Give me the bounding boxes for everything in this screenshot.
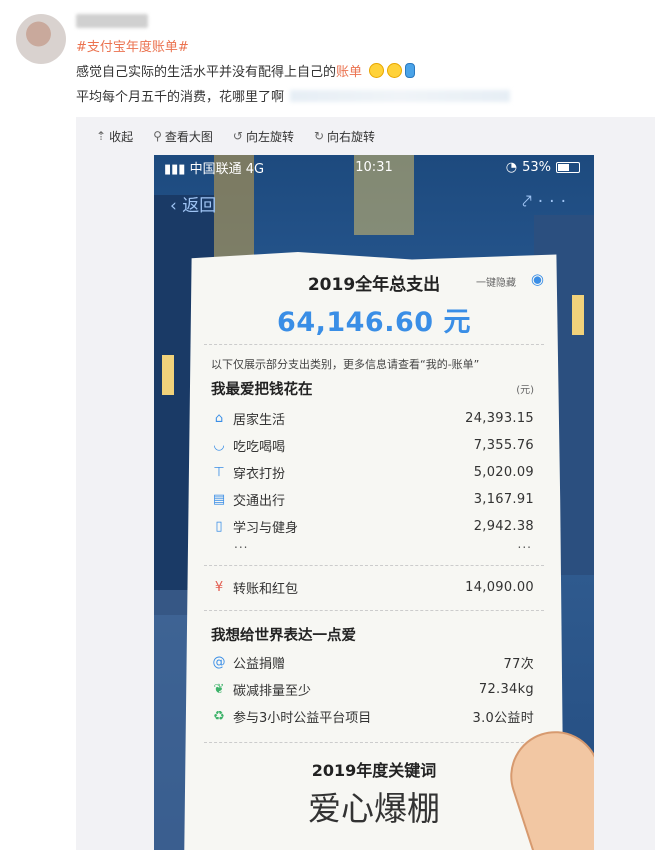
carrier-label: ▮▮▮ 中国联通 4G <box>164 158 264 177</box>
category-value: 24,393.15 <box>465 410 534 426</box>
eye-icon[interactable]: ◉ <box>531 270 544 288</box>
signal-icon: ▮▮▮ <box>164 161 190 177</box>
transfer-value: 14,090.00 <box>465 579 534 595</box>
avatar[interactable] <box>16 14 66 64</box>
search-icon: ⚲ <box>153 129 162 143</box>
category-label: 穿衣打扮 <box>233 466 286 482</box>
view-large-label: 查看大图 <box>164 129 213 144</box>
carbon-row: ❦ 碳减排量至少 72.34kg <box>211 679 534 699</box>
ellipsis: ... <box>517 537 532 551</box>
section-title-love: 我想给世界表达一点爱 <box>211 628 356 644</box>
highlight-text: 账单 <box>336 65 363 80</box>
more-icon[interactable]: ··· <box>538 192 572 212</box>
keyword-text: 爱心爆棚 <box>308 789 440 828</box>
post-hashtag-line: #支付宝年度账单# <box>76 38 189 58</box>
bowl-icon: ◡ <box>213 437 225 453</box>
recycle-icon: ♻ <box>213 708 225 724</box>
media-toolbar: ⇡ 收起 ⚲ 查看大图 ↺ 向左旋转 ↻ 向右旋转 <box>76 117 655 155</box>
divider <box>204 565 544 566</box>
blurred-text <box>290 90 511 102</box>
unit-label: (元) <box>516 385 534 396</box>
transfer-label: 转账和红包 <box>233 581 299 597</box>
shirt-icon: ⊤ <box>213 464 225 480</box>
battery-icon <box>556 161 580 173</box>
annual-bill-card: 2019全年总支出 一键隐藏 ◉ 64,146.60 元 以下仅展示部分支出类别… <box>184 252 564 850</box>
category-row: ▯ 学习与健身 2,942.38 <box>211 516 534 536</box>
rotate-left-label: 向左旋转 <box>245 129 294 144</box>
category-value: 3,167.91 <box>473 491 534 507</box>
category-label: 学习与健身 <box>233 520 299 536</box>
category-value: 5,020.09 <box>473 464 534 480</box>
category-row: ◡ 吃吃喝喝 7,355.76 <box>211 435 534 455</box>
love-value: 72.34kg <box>478 681 534 697</box>
status-right: ◔ 53% <box>506 160 580 175</box>
rotate-left-button[interactable]: ↺ 向左旋转 <box>233 128 294 145</box>
bill-note: 以下仅展示部分支出类别，更多信息请查看“我的-账单” <box>211 358 480 371</box>
divider <box>204 344 544 345</box>
chevron-left-icon: ‹ <box>170 196 183 216</box>
book-icon: ▯ <box>215 518 223 534</box>
arrow-up-icon: ⇡ <box>96 129 107 143</box>
bus-icon: ▤ <box>212 491 226 507</box>
love-value: 3.0公益时 <box>472 710 534 726</box>
volunteer-row: ♻ 参与3小时公益平台项目 3.0公益时 <box>211 706 534 726</box>
alarm-icon: ◔ <box>505 159 518 175</box>
hashtag-link[interactable]: #支付宝年度账单# <box>76 40 189 55</box>
carrier-text: 中国联通 <box>189 161 242 177</box>
divider <box>204 742 544 743</box>
post-text: 感觉自己实际的生活水平并没有配得上自己的 <box>76 65 337 80</box>
emoji-icon <box>405 63 416 78</box>
total-amount: 64,146.60 元 <box>277 307 471 338</box>
love-label: 参与3小时公益平台项目 <box>233 710 372 726</box>
back-button[interactable]: ‹ 返回 <box>170 191 216 216</box>
post-text: 平均每个月五千的消费，花哪里了啊 <box>76 90 285 105</box>
battery-percent: 53% <box>522 159 551 175</box>
rotate-right-icon: ↻ <box>313 129 325 143</box>
category-value: 7,355.76 <box>473 437 534 453</box>
charity-icon: @ <box>212 654 226 670</box>
love-label: 碳减排量至少 <box>233 683 312 699</box>
hide-toggle-label[interactable]: 一键隐藏 <box>476 274 516 289</box>
collapse-label: 收起 <box>109 129 134 144</box>
love-value: 77次 <box>503 656 534 672</box>
nav-actions: ⤤··· <box>522 192 572 212</box>
window-light <box>162 355 174 395</box>
screenshot-image[interactable]: ▮▮▮ 中国联通 4G 10:31 ◔ 53% ‹ 返回 ⤤··· 2019全年… <box>154 155 594 850</box>
collapse-button[interactable]: ⇡ 收起 <box>96 128 133 145</box>
divider <box>204 610 544 611</box>
category-label: 吃吃喝喝 <box>233 439 286 455</box>
rotate-right-button[interactable]: ↻ 向右旋转 <box>314 128 375 145</box>
window-light <box>572 295 584 335</box>
red-envelope-icon: ¥ <box>214 579 224 595</box>
status-bar: ▮▮▮ 中国联通 4G 10:31 ◔ 53% <box>154 155 594 179</box>
category-row: ▤ 交通出行 3,167.91 <box>211 489 534 509</box>
emoji-icon <box>369 63 385 78</box>
back-label: 返回 <box>182 196 217 216</box>
keyword-title: 2019年度关键词 <box>311 761 437 780</box>
media-viewer: ⇡ 收起 ⚲ 查看大图 ↺ 向左旋转 ↻ 向右旋转 ▮▮▮ 中国联通 4G 10… <box>76 117 655 850</box>
charity-row: @ 公益捐赠 77次 <box>211 652 534 672</box>
section-title-spending: 我最爱把钱花在 <box>211 382 313 398</box>
category-row: ⊤ 穿衣打扮 5,020.09 <box>211 462 534 482</box>
emoji-icon <box>387 63 403 78</box>
status-time: 10:31 <box>355 159 393 175</box>
username-blurred[interactable] <box>76 14 148 28</box>
post-text-line-1: 感觉自己实际的生活水平并没有配得上自己的账单 <box>76 63 416 83</box>
ellipsis: ... <box>234 537 249 551</box>
category-row: ⌂ 居家生活 24,393.15 <box>211 408 534 428</box>
transfer-row: ¥ 转账和红包 14,090.00 <box>211 577 534 597</box>
post-text-line-2: 平均每个月五千的消费，花哪里了啊 <box>76 88 511 108</box>
category-label: 居家生活 <box>233 412 286 428</box>
view-large-button[interactable]: ⚲ 查看大图 <box>153 128 213 145</box>
home-icon: ⌂ <box>214 410 224 426</box>
network-text: 4G <box>245 161 265 177</box>
category-label: 交通出行 <box>233 493 286 509</box>
love-label: 公益捐赠 <box>233 656 286 672</box>
leaf-icon: ❦ <box>213 681 225 697</box>
rotate-left-icon: ↺ <box>232 129 243 143</box>
category-value: 2,942.38 <box>473 518 534 534</box>
share-icon[interactable]: ⤤ <box>522 192 538 212</box>
rotate-right-label: 向右旋转 <box>327 129 376 144</box>
